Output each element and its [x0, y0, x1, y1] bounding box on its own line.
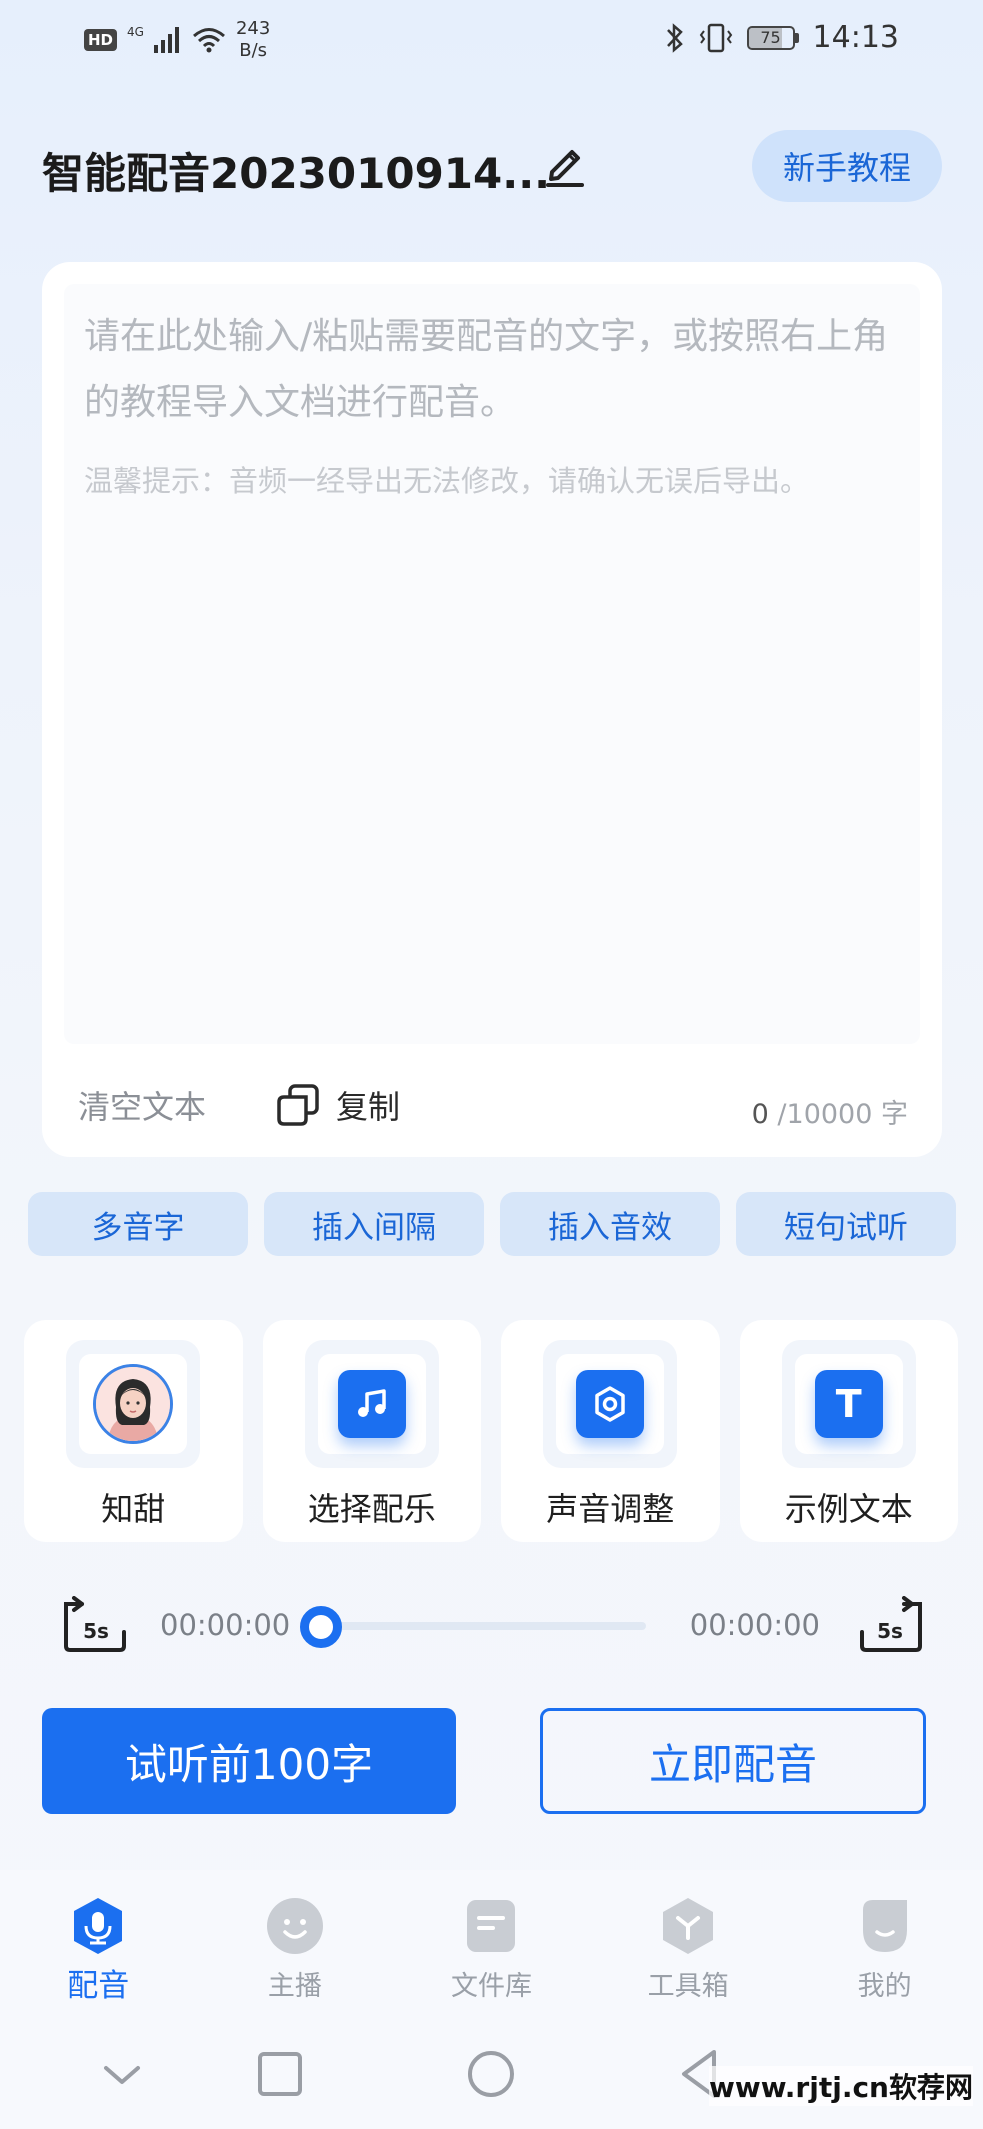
char-count-current: 0	[751, 1099, 769, 1130]
signal-icon	[153, 27, 179, 53]
progress-thumb[interactable]	[300, 1606, 342, 1648]
voice-adjust-label: 声音调整	[546, 1490, 675, 1528]
home-icon[interactable]	[461, 2044, 521, 2104]
battery-icon: 75	[746, 25, 799, 50]
text-placeholder: 请在此处输入/粘贴需要配音的文字，或按照右上角的教程导入文档进行配音。	[84, 316, 889, 423]
sample-text-card[interactable]: T 示例文本	[739, 1320, 958, 1542]
bluetooth-icon	[666, 22, 683, 53]
watermark: www.rjtj.cn软荐网	[708, 2066, 973, 2106]
audio-player: 5s 00:00:00 00:00:00 5s	[60, 1596, 926, 1666]
recent-apps-icon[interactable]	[250, 2044, 310, 2104]
nav-label-dubbing: 配音	[67, 1968, 130, 2004]
edit-icon[interactable]	[542, 142, 588, 188]
nav-item-files[interactable]: 文件库	[393, 1870, 590, 2012]
status-time: 14:13	[812, 20, 899, 55]
forward-5s-button[interactable]: 5s	[856, 1596, 926, 1654]
rewind-5s-button[interactable]: 5s	[60, 1596, 130, 1654]
tutorial-button[interactable]: 新手教程	[752, 130, 942, 202]
system-nav-bar: www.rjtj.cn软荐网	[0, 2012, 983, 2129]
copy-icon	[277, 1084, 319, 1126]
hd-badge: HD	[84, 29, 118, 51]
copy-label: 复制	[336, 1088, 401, 1126]
voice-anchor-card[interactable]: 知甜	[24, 1320, 243, 1542]
tool-cards: 知甜 选择配乐 声音调整 T 示例文本	[24, 1320, 958, 1542]
battery-level: 75	[760, 27, 781, 47]
nav-label-toolbox: 工具箱	[647, 1971, 729, 2002]
total-time: 00:00:00	[689, 1608, 820, 1642]
collapse-chevron-icon[interactable]	[92, 2044, 152, 2104]
nav-item-anchor[interactable]: 主播	[197, 1870, 394, 2012]
start-dubbing-button[interactable]: 立即配音	[540, 1708, 926, 1814]
editor-footer: 清空文本 复制 0 /10000 字	[78, 1082, 908, 1142]
editor-card: 请在此处输入/粘贴需要配音的文字，或按照右上角的教程导入文档进行配音。 温馨提示…	[42, 262, 942, 1157]
nav-item-toolbox[interactable]: 工具箱	[590, 1870, 787, 2012]
network-speed: 243 B/s	[236, 18, 270, 62]
face-icon	[266, 1898, 323, 1954]
network-type: 4G	[127, 25, 144, 39]
toolbox-icon	[663, 1898, 714, 1954]
progress-track[interactable]	[322, 1622, 646, 1630]
vibrate-icon	[699, 23, 732, 52]
microphone-icon	[74, 1898, 123, 1954]
bottom-nav: 配音 主播 文件库 工具箱 我的	[0, 1870, 983, 2012]
speed-unit: B/s	[239, 40, 268, 61]
text-input-area[interactable]: 请在此处输入/粘贴需要配音的文字，或按照右上角的教程导入文档进行配音。 温馨提示…	[64, 284, 920, 1044]
anchor-avatar	[93, 1364, 174, 1444]
page-title: 智能配音2023010914...	[42, 149, 551, 198]
char-counter: 0 /10000 字	[752, 1092, 908, 1131]
preview-button[interactable]: 试听前100字	[42, 1708, 456, 1814]
export-hint: 温馨提示：音频一经导出无法修改，请确认无误后导出。	[84, 464, 810, 498]
text-icon: T	[814, 1370, 883, 1438]
polyphone-button[interactable]: 多音字	[28, 1192, 248, 1256]
wifi-icon	[192, 28, 225, 53]
nav-item-dubbing[interactable]: 配音	[0, 1870, 197, 2012]
current-time: 00:00:00	[160, 1608, 291, 1642]
avatar-illustration	[96, 1367, 171, 1441]
settings-icon	[576, 1370, 645, 1438]
insert-sound-effect-button[interactable]: 插入音效	[500, 1192, 720, 1256]
voice-adjust-card[interactable]: 声音调整	[501, 1320, 720, 1542]
rewind-icon: 5s	[64, 1596, 126, 1652]
speed-value: 243	[235, 18, 271, 39]
nav-label-files: 文件库	[450, 1971, 532, 2002]
sentence-preview-button[interactable]: 短句试听	[736, 1192, 956, 1256]
header: 智能配音2023010914... 新手教程	[42, 130, 942, 210]
folder-icon	[467, 1900, 516, 1952]
status-bar: HD 4G 243 B/s 75 14:13	[0, 0, 983, 80]
rewind-label: 5s	[83, 1619, 109, 1643]
sample-text-label: 示例文本	[784, 1490, 913, 1528]
edit-tools-bar: 多音字 插入间隔 插入音效 短句试听	[28, 1192, 956, 1256]
insert-pause-button[interactable]: 插入间隔	[264, 1192, 484, 1256]
select-music-label: 选择配乐	[307, 1490, 436, 1528]
profile-icon	[862, 1900, 907, 1952]
forward-label: 5s	[877, 1619, 903, 1643]
music-note-icon	[337, 1370, 406, 1438]
select-music-card[interactable]: 选择配乐	[262, 1320, 481, 1542]
status-left: HD 4G 243 B/s	[84, 18, 270, 62]
clear-text-button[interactable]: 清空文本	[78, 1082, 206, 1128]
copy-button[interactable]: 复制	[276, 1082, 400, 1128]
status-right: 75 14:13	[665, 20, 899, 55]
anchor-name: 知甜	[101, 1490, 166, 1528]
nav-label-mine: 我的	[857, 1971, 912, 2002]
nav-item-mine[interactable]: 我的	[786, 1870, 983, 2012]
nav-label-anchor: 主播	[267, 1971, 322, 2002]
char-count-max: /10000 字	[768, 1099, 908, 1130]
forward-icon: 5s	[860, 1596, 922, 1652]
